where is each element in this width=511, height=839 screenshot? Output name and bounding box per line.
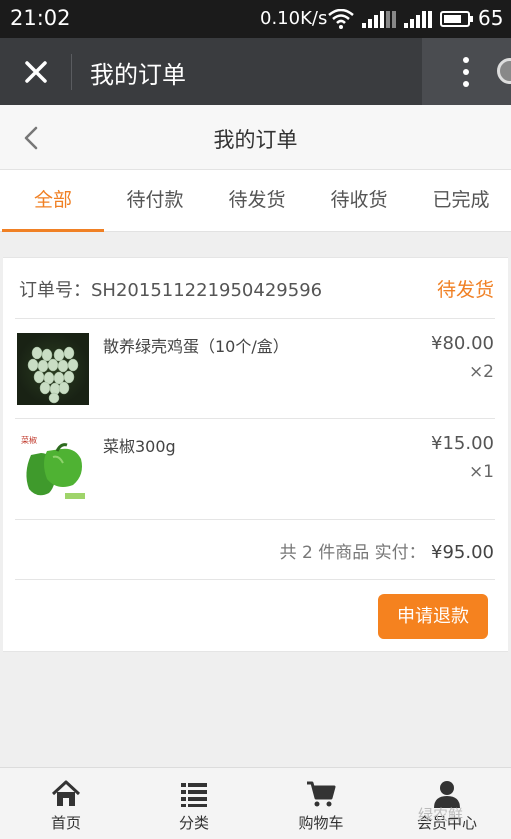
nav-label: 分类: [178, 814, 209, 832]
app-bar-title: 我的订单: [90, 61, 186, 89]
status-time: 21:02: [10, 6, 71, 30]
close-icon[interactable]: [18, 54, 54, 90]
order-item[interactable]: 散养绿壳鸡蛋（10个/盒） ¥80.00 ×2: [3, 319, 508, 419]
tab-all[interactable]: 全部: [2, 170, 104, 232]
divider: [15, 579, 495, 580]
app-bar: 我的订单: [0, 38, 511, 105]
item-price: ¥80.00: [431, 333, 494, 354]
active-tab-indicator: [2, 229, 104, 232]
page-title: 我的订单: [213, 128, 298, 152]
item-quantity: ×1: [468, 462, 494, 482]
nav-cart[interactable]: 购物车: [257, 768, 385, 839]
wifi-icon: [328, 9, 354, 29]
order-number: 订单号：SH201511221950429596: [19, 280, 323, 301]
green-eggs-image: [17, 333, 89, 405]
home-icon: [51, 780, 81, 806]
item-quantity: ×2: [468, 362, 494, 382]
status-icons: [328, 8, 474, 30]
nav-label: 首页: [50, 814, 81, 832]
tab-pending-payment[interactable]: 待付款: [104, 170, 206, 232]
nav-category[interactable]: 分类: [130, 768, 258, 839]
status-bar: 21:02 0.10K/s 65: [0, 0, 511, 38]
order-tabs: 全部 待付款 待发货 待收货 已完成: [0, 170, 511, 232]
more-vertical-icon: [463, 57, 469, 87]
list-icon: [181, 783, 207, 807]
page-header: 我的订单: [0, 105, 511, 170]
network-speed: 0.10K/s: [260, 8, 328, 29]
tab-completed[interactable]: 已完成: [410, 170, 511, 232]
item-name: 菜椒300g: [103, 437, 176, 456]
cart-icon: [307, 781, 336, 807]
signal-2g-icon: [404, 11, 432, 28]
green-pepper-image: 菜椒: [17, 433, 89, 505]
refund-button[interactable]: 申请退款: [378, 594, 488, 639]
battery-percent: 65: [478, 6, 504, 30]
svg-text:菜椒: 菜椒: [21, 435, 37, 445]
order-status: 待发货: [436, 279, 494, 301]
app-bar-separator: [71, 54, 72, 90]
divider: [15, 519, 495, 520]
bottom-nav: 首页 分类 购物车 会员中心: [0, 767, 511, 839]
tab-pending-shipment[interactable]: 待发货: [206, 170, 308, 232]
battery-icon: [440, 11, 473, 27]
nav-label: 购物车: [298, 814, 344, 832]
item-price: ¥15.00: [431, 433, 494, 454]
signal-4g-icon: [362, 11, 396, 28]
order-summary: 共 2 件商品 实付： ¥95.00: [280, 538, 494, 563]
order-item[interactable]: 菜椒 菜椒300g ¥15.00 ×1: [3, 419, 508, 519]
summary-label: 共 2 件商品 实付：: [279, 543, 426, 563]
watermark: 绿农鲜: [418, 806, 464, 824]
tab-pending-receipt[interactable]: 待收货: [308, 170, 410, 232]
order-total: ¥95.00: [431, 542, 494, 563]
order-card[interactable]: 订单号：SH201511221950429596 待发货 散养绿壳鸡蛋（10个/…: [3, 257, 508, 652]
item-name: 散养绿壳鸡蛋（10个/盒）: [103, 337, 289, 356]
nav-home[interactable]: 首页: [2, 768, 130, 839]
